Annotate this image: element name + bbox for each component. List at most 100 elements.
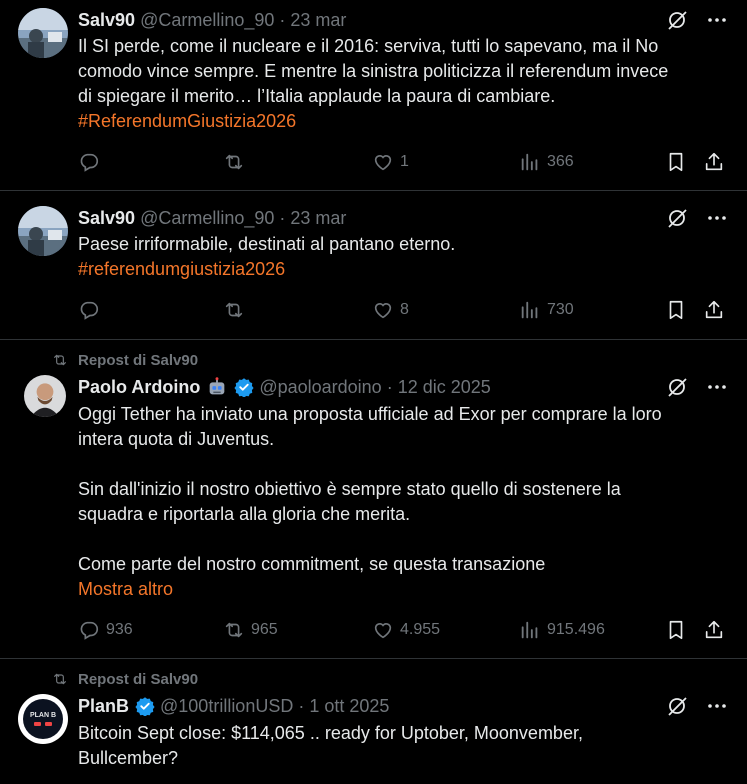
text-line: Come parte del nostro commitment, se que… — [78, 554, 546, 574]
show-more-link[interactable]: Mostra altro — [78, 577, 727, 602]
bookmark-button[interactable] — [665, 619, 687, 641]
more-icon[interactable] — [705, 375, 729, 399]
repost-indicator: Repost di Salv90 — [18, 349, 733, 371]
hashtag-link[interactable]: #ReferendumGiustizia2026 — [78, 109, 727, 134]
text-line: Il SI perde, come il nucleare e il 2016:… — [78, 36, 659, 56]
repost-count: 965 — [251, 621, 278, 638]
repost-label[interactable]: Repost di Salv90 — [78, 671, 198, 688]
tweet-date[interactable]: 23 mar — [290, 208, 346, 229]
repost-button[interactable] — [223, 299, 251, 321]
grok-icon[interactable] — [665, 206, 689, 230]
like-icon — [372, 151, 394, 173]
author-handle[interactable]: @paoloardoino — [259, 377, 381, 398]
timeline-feed: Salv90 @Carmellino_90 · 23 mar Il SI per… — [0, 0, 747, 784]
verified-icon[interactable] — [234, 377, 254, 397]
views-icon — [519, 619, 541, 641]
text-line: di spiegare il merito… l’Italia applaude… — [78, 86, 556, 106]
like-count: 4.955 — [400, 621, 441, 638]
more-icon[interactable] — [705, 206, 729, 230]
text-line: Bitcoin Sept close: $114,065 .. ready fo… — [78, 723, 583, 743]
author-name[interactable]: PlanB — [78, 696, 129, 717]
repost-button[interactable]: 965 — [223, 619, 278, 641]
share-button[interactable] — [703, 299, 725, 321]
text-line: Oggi Tether ha inviato una proposta uffi… — [78, 404, 662, 424]
like-icon — [372, 299, 394, 321]
tweet-header: Salv90 @Carmellino_90 · 23 mar — [78, 8, 727, 32]
action-bar: 1 366 — [78, 146, 727, 180]
views-count: 915.496 — [547, 621, 605, 638]
avatar[interactable]: PLAN B — [18, 694, 68, 744]
grok-icon[interactable] — [665, 375, 689, 399]
reply-button[interactable]: 936 — [78, 619, 133, 641]
share-icon — [703, 619, 725, 641]
tweet-text: Oggi Tether ha inviato una proposta uffi… — [78, 402, 727, 602]
bookmark-button[interactable] — [665, 151, 687, 173]
repost-label[interactable]: Repost di Salv90 — [78, 352, 198, 369]
text-line: comodo vince sempre. E mentre la sinistr… — [78, 61, 669, 81]
tweet-header: PlanB @100trillionUSD · 1 ott 2025 — [78, 694, 727, 718]
grok-icon[interactable] — [665, 8, 689, 32]
like-button[interactable]: 8 — [372, 299, 409, 321]
views-button[interactable]: 915.496 — [519, 619, 605, 641]
repost-button[interactable] — [223, 151, 251, 173]
author-handle[interactable]: @Carmellino_90 — [140, 10, 274, 31]
share-icon — [703, 299, 725, 321]
views-icon — [519, 299, 541, 321]
reply-icon — [78, 299, 100, 321]
views-icon — [519, 151, 541, 173]
share-button[interactable] — [703, 619, 725, 641]
views-count: 366 — [547, 153, 574, 170]
tweet-text: Il SI perde, come il nucleare e il 2016:… — [78, 34, 727, 134]
author-name[interactable]: Salv90 — [78, 208, 135, 229]
separator: · — [279, 9, 286, 30]
tweet-date[interactable]: 23 mar — [290, 10, 346, 31]
repost-indicator: Repost di Salv90 — [18, 668, 733, 690]
tweet[interactable]: Salv90 @Carmellino_90 · 23 mar Paese irr… — [0, 191, 747, 340]
text-line: Sin dall'inizio il nostro obiettivo è se… — [78, 479, 621, 499]
like-button[interactable]: 1 — [372, 151, 409, 173]
share-button[interactable] — [703, 151, 725, 173]
more-icon[interactable] — [705, 694, 729, 718]
grok-icon[interactable] — [665, 694, 689, 718]
like-button[interactable]: 4.955 — [372, 619, 440, 641]
author-handle[interactable]: @Carmellino_90 — [140, 208, 274, 229]
reply-button[interactable] — [78, 151, 106, 173]
tweet[interactable]: Repost di Salv90 Paolo Ardoino @paoloard… — [0, 340, 747, 659]
tweet[interactable]: Salv90 @Carmellino_90 · 23 mar Il SI per… — [0, 0, 747, 191]
author-handle[interactable]: @100trillionUSD — [160, 696, 293, 717]
avatar[interactable] — [24, 375, 66, 417]
text-line: Bullcember? — [78, 748, 179, 768]
reply-icon — [78, 151, 100, 173]
hashtag-link[interactable]: #referendumgiustizia2026 — [78, 257, 727, 282]
tweet-date[interactable]: 1 ott 2025 — [309, 696, 389, 717]
share-icon — [703, 151, 725, 173]
views-button[interactable]: 366 — [519, 151, 574, 173]
verified-icon[interactable] — [135, 696, 155, 716]
action-bar: 936 965 4.955 915.496 — [78, 614, 727, 648]
robot-emoji-icon — [206, 376, 228, 398]
like-count: 1 — [400, 153, 409, 170]
author-name[interactable]: Paolo Ardoino — [78, 377, 200, 398]
tweet-header: Salv90 @Carmellino_90 · 23 mar — [78, 206, 727, 230]
tweet[interactable]: Repost di Salv90 PLAN B PlanB @100trilli… — [0, 659, 747, 784]
separator: · — [298, 695, 305, 716]
bookmark-button[interactable] — [665, 299, 687, 321]
text-line: intera quota di Juventus. — [78, 429, 275, 449]
more-icon[interactable] — [705, 8, 729, 32]
reply-button[interactable] — [78, 299, 106, 321]
avatar[interactable] — [18, 206, 68, 256]
avatar-text: PLAN B — [29, 712, 57, 719]
text-line: squadra e riportarla alla gloria che mer… — [78, 504, 411, 524]
action-bar: 8 730 — [78, 294, 727, 328]
repost-icon — [223, 151, 245, 173]
author-name[interactable]: Salv90 — [78, 10, 135, 31]
tweet-date[interactable]: 12 dic 2025 — [398, 377, 491, 398]
text-line: Paese irriformabile, destinati al pantan… — [78, 234, 456, 254]
separator: · — [279, 207, 286, 228]
repost-icon — [52, 671, 68, 687]
bookmark-icon — [665, 299, 687, 321]
views-count: 730 — [547, 301, 574, 318]
views-button[interactable]: 730 — [519, 299, 574, 321]
reply-count: 936 — [106, 621, 133, 638]
avatar[interactable] — [18, 8, 68, 58]
